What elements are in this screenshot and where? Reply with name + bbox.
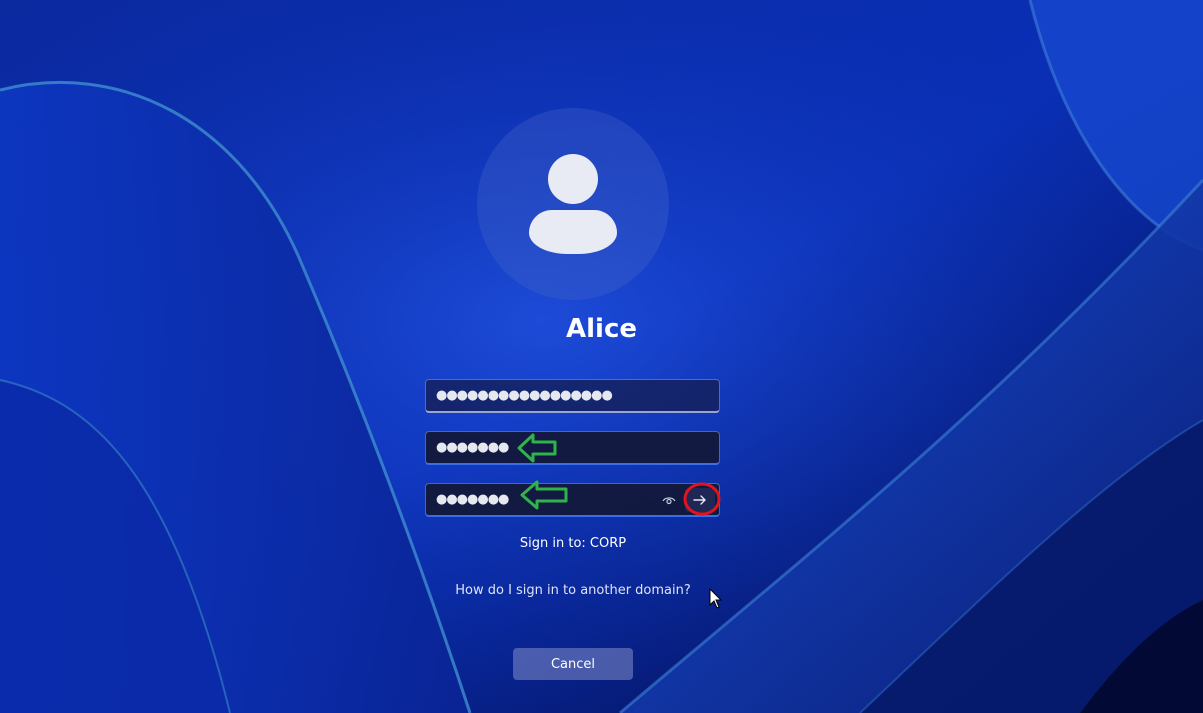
password-field-value: ●●●●●●● bbox=[436, 440, 509, 455]
avatar-head-shape bbox=[548, 154, 598, 204]
other-domain-link[interactable]: How do I sign in to another domain? bbox=[0, 583, 1146, 598]
mouse-pointer-icon bbox=[709, 588, 723, 609]
cancel-button[interactable]: Cancel bbox=[513, 648, 633, 680]
username-field-value: ●●●●●●●●●●●●●●●●● bbox=[436, 388, 613, 403]
eye-icon[interactable] bbox=[661, 492, 677, 508]
user-avatar bbox=[477, 108, 669, 300]
annotation-arrow-left-icon bbox=[517, 433, 557, 463]
sign-in-domain-label: Sign in to: CORP bbox=[519, 536, 627, 551]
confirm-password-field-value: ●●●●●●● bbox=[436, 492, 509, 507]
password-field[interactable]: ●●●●●●● bbox=[425, 431, 720, 465]
annotation-arrow-left-icon bbox=[520, 480, 568, 510]
annotation-circle-highlight bbox=[683, 482, 721, 516]
desktop-wallpaper bbox=[0, 0, 1203, 713]
avatar-body-shape bbox=[529, 210, 617, 254]
username-field[interactable]: ●●●●●●●●●●●●●●●●● bbox=[425, 379, 720, 413]
user-name: Alice bbox=[566, 314, 637, 344]
